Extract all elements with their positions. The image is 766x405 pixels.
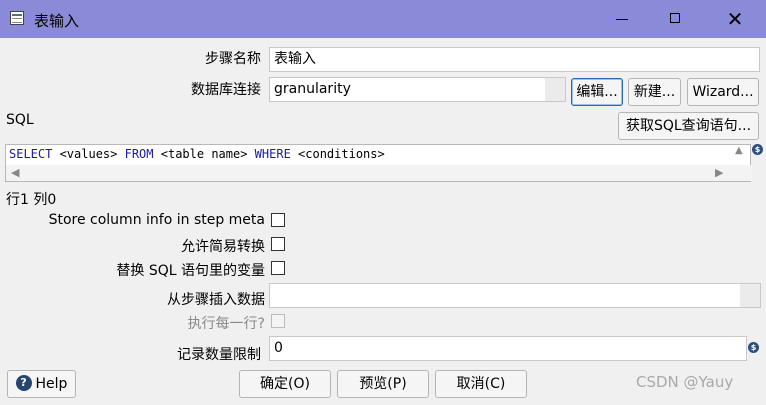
insert-from-step-select[interactable] bbox=[269, 283, 761, 308]
execute-each-row-label: 执行每一行? bbox=[187, 316, 265, 332]
cursor-position: 行1 列0 bbox=[6, 192, 57, 208]
close-icon[interactable]: ✕ bbox=[723, 8, 747, 30]
connection-label: 数据库连接 bbox=[191, 82, 261, 98]
connection-select[interactable]: granularity bbox=[269, 77, 566, 102]
title-bar[interactable]: 表输入 ✕ bbox=[0, 0, 766, 38]
cancel-button[interactable]: 取消(C) bbox=[435, 370, 527, 398]
help-label: Help bbox=[35, 376, 68, 392]
preview-button[interactable]: 预览(P) bbox=[337, 370, 429, 398]
horizontal-scrollbar[interactable]: ◀ ▶ bbox=[6, 165, 752, 181]
step-name-input[interactable]: 表输入 bbox=[269, 47, 760, 72]
connection-dropdown-arrow[interactable] bbox=[545, 78, 565, 101]
lazy-conversion-label: 允许简易转换 bbox=[181, 239, 265, 255]
replace-variables-label: 替换 SQL 语句里的变量 bbox=[116, 263, 265, 279]
connection-value: granularity bbox=[274, 81, 351, 97]
variable-icon: $ bbox=[748, 342, 759, 353]
execute-each-row-checkbox[interactable] bbox=[271, 314, 285, 328]
limit-input[interactable]: 0 bbox=[269, 336, 747, 361]
variable-icon: $ bbox=[752, 144, 763, 155]
minimize-icon[interactable] bbox=[610, 8, 634, 30]
get-sql-button[interactable]: 获取SQL查询语句... bbox=[618, 112, 759, 140]
sql-keyword-select: SELECT bbox=[9, 147, 53, 161]
sql-table-placeholder: <table name> bbox=[153, 147, 255, 161]
sql-values-placeholder: <values> bbox=[52, 147, 125, 161]
insert-from-step-label: 从步骤插入数据 bbox=[167, 292, 265, 308]
sql-label: SQL bbox=[6, 112, 34, 128]
sql-text[interactable]: SELECT <values> FROM <table name> WHERE … bbox=[9, 146, 385, 162]
scroll-left-icon[interactable]: ◀ bbox=[11, 165, 19, 181]
sql-keyword-where: WHERE bbox=[254, 147, 291, 161]
watermark: CSDN @Yauy bbox=[636, 373, 734, 391]
insert-from-step-dropdown-arrow[interactable] bbox=[740, 284, 760, 307]
lazy-conversion-checkbox[interactable] bbox=[271, 237, 285, 251]
window-title: 表输入 bbox=[34, 12, 80, 30]
table-input-icon bbox=[10, 11, 24, 25]
help-button[interactable]: ? Help bbox=[7, 370, 76, 398]
sql-keyword-from: FROM bbox=[124, 147, 154, 161]
scroll-right-icon[interactable]: ▶ bbox=[715, 165, 723, 181]
sql-editor[interactable]: SELECT <values> FROM <table name> WHERE … bbox=[5, 144, 752, 182]
store-column-info-label: Store column info in step meta bbox=[48, 212, 265, 228]
scroll-up-icon[interactable]: ▲ bbox=[735, 145, 743, 157]
help-icon: ? bbox=[15, 375, 32, 391]
maximize-icon[interactable] bbox=[664, 8, 688, 30]
store-column-info-checkbox[interactable] bbox=[271, 213, 285, 227]
ok-button[interactable]: 确定(O) bbox=[239, 370, 331, 398]
replace-variables-checkbox[interactable] bbox=[271, 261, 285, 275]
new-connection-button[interactable]: 新建... bbox=[628, 78, 681, 106]
sql-conditions-placeholder: <conditions> bbox=[290, 147, 385, 161]
limit-label: 记录数量限制 bbox=[177, 347, 261, 363]
edit-connection-button[interactable]: 编辑... bbox=[571, 78, 623, 106]
wizard-button[interactable]: Wizard... bbox=[687, 78, 759, 106]
step-name-label: 步骤名称 bbox=[205, 51, 261, 67]
